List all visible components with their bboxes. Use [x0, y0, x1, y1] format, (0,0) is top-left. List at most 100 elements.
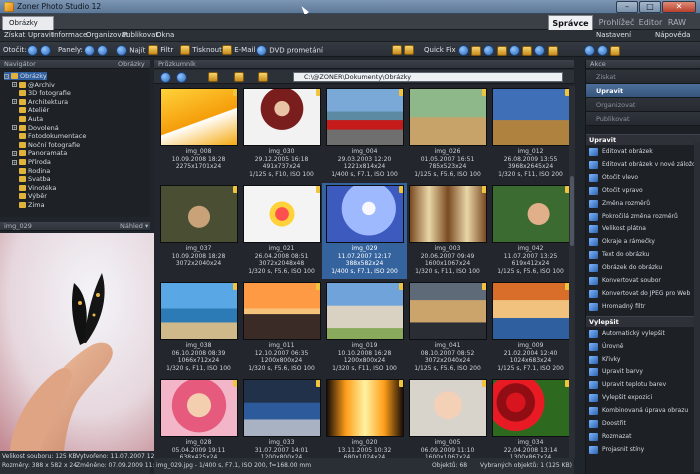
menu-publikovat[interactable]: Publikovat [122, 31, 158, 39]
camera-icon[interactable] [392, 45, 402, 55]
folder-rodina[interactable]: Rodina [4, 167, 50, 175]
folder-up-icon[interactable] [208, 72, 218, 82]
action-enhance_actions-5[interactable]: Vylepšit expozici [586, 392, 694, 404]
tool-5-icon[interactable] [508, 45, 520, 56]
panel-right-icon[interactable] [97, 45, 109, 56]
expand-icon[interactable]: + [12, 99, 17, 105]
folder-auta[interactable]: Auta [4, 115, 43, 123]
action-edit_actions-1[interactable]: Editovat obrázek v nové záložce [586, 159, 694, 171]
thumbnail-img_012[interactable]: img_012 26.08.2009 13:55 3968x2645x24 1/320… [488, 86, 573, 182]
explorer-scrollbar[interactable] [569, 86, 575, 458]
folder-obr-zky[interactable]: − Obrázky [4, 72, 47, 80]
expand-icon[interactable]: + [12, 82, 17, 88]
folder-v-b-r[interactable]: Výběr [4, 192, 47, 200]
help-link[interactable]: Nápověda [655, 31, 690, 39]
tool-7-icon[interactable] [534, 45, 546, 56]
action-edit_actions-8[interactable]: Text do obrázku [586, 249, 694, 261]
folder--archiv[interactable]: + @Archiv [4, 81, 55, 89]
print-button[interactable]: Tisknout [180, 45, 222, 55]
menu-informace[interactable]: Informace [52, 31, 87, 39]
find-button[interactable]: Najít [116, 45, 145, 56]
action-enhance_actions-1[interactable]: Úrovně [586, 341, 694, 353]
action-enhance_actions-7[interactable]: Doostřit [586, 418, 694, 430]
tool-6-icon[interactable] [522, 45, 533, 56]
folder-no-n-fotografie[interactable]: Noční fotografie [4, 141, 80, 149]
rotate-right-icon[interactable] [40, 45, 52, 56]
tool-1-icon[interactable] [458, 45, 469, 56]
tool-4-icon[interactable] [496, 45, 507, 56]
folder-3d-fotografie[interactable]: 3D fotografie [4, 89, 71, 97]
menu-ziskat[interactable]: Získat [4, 31, 25, 39]
action-enhance_actions-3[interactable]: Upravit barvy [586, 366, 694, 378]
tool-8-icon[interactable] [547, 45, 558, 56]
folder-p-roda[interactable]: + Příroda [4, 158, 51, 166]
action-edit_actions-7[interactable]: Okraje a rámečky [586, 236, 694, 248]
tab-upravit[interactable]: Upravit [586, 84, 700, 98]
action-enhance_actions-9[interactable]: Projasnit stíny [586, 444, 694, 456]
folder-panoramata[interactable]: + Panoramata [4, 149, 67, 157]
action-edit_actions-12[interactable]: Hromadný filtr [586, 301, 694, 313]
action-edit_actions-11[interactable]: Konvertovat do JPEG pro Web [586, 288, 694, 300]
thumbnail-img_021[interactable]: img_021 26.04.2008 08:51 3072x2048x48 1/320… [239, 183, 324, 279]
thumbnail-img_030[interactable]: img_030 29.12.2005 16:18 491x737x24 1/125 s… [239, 86, 324, 182]
scrollbar-thumb[interactable] [570, 176, 574, 246]
action-edit_actions-9[interactable]: Obrázek do obrázku [586, 262, 694, 274]
folder-fotodokumentace[interactable]: Fotodokumentace [4, 132, 86, 140]
folder-architektura[interactable]: + Architektura [4, 98, 68, 106]
tab-raw[interactable]: RAW [657, 15, 697, 30]
folder-ateli-r[interactable]: Ateliér [4, 106, 49, 114]
actions-scrollbar[interactable] [694, 142, 700, 472]
thumbnail-img_041[interactable]: img_041 08.10.2007 08:52 3072x2040x24 1/125… [405, 280, 490, 376]
action-enhance_actions-4[interactable]: Upravit teplotu barev [586, 379, 694, 391]
action-edit_actions-6[interactable]: Velikost plátna [586, 223, 694, 235]
thumbnail-img_029[interactable]: img_029 11.07.2007 12:17 388x582x24 1/400 s… [322, 183, 407, 279]
action-enhance_actions-0[interactable]: Automatický vylepšit [586, 328, 694, 340]
section-sec_enhance[interactable]: Vylepšit [586, 315, 700, 327]
quickfix-button[interactable]: Quick Fix [424, 45, 456, 55]
filter-button[interactable]: Filtr [148, 45, 173, 55]
thumbnail-img_011[interactable]: img_011 12.10.2007 06:35 1200x800x24 1/320 … [239, 280, 324, 376]
tab-z-skat[interactable]: Získat [586, 70, 700, 84]
expand-icon[interactable]: − [4, 73, 9, 79]
new-folder-icon[interactable] [234, 72, 244, 82]
view-icon[interactable] [610, 45, 621, 56]
dvd-button[interactable]: DVD prometání [256, 45, 323, 56]
folder-vinot-ka[interactable]: Vinotéka [4, 184, 56, 192]
thumbnail-img_004[interactable]: img_004 29.03.2003 12:20 1221x814x24 1/400 … [322, 86, 407, 182]
minimize-button[interactable]: – [616, 1, 638, 13]
action-edit_actions-10[interactable]: Konvertovat soubor [586, 275, 694, 287]
thumbnail-img_009[interactable]: img_009 21.02.2004 12:40 1024x683x24 1/125 … [488, 280, 573, 376]
action-edit_actions-3[interactable]: Otočit vpravo [586, 185, 694, 197]
tool-3-icon[interactable] [483, 45, 495, 56]
action-edit_actions-4[interactable]: Změna rozměrů [586, 198, 694, 210]
folder-dovolen-[interactable]: + Dovolená [4, 124, 59, 132]
thumbnail-view-icon[interactable] [258, 72, 268, 82]
action-enhance_actions-8[interactable]: Rozmazat [586, 431, 694, 443]
menu-upravit[interactable]: Upravit [28, 31, 54, 39]
menu-okna[interactable]: Okna [156, 31, 174, 39]
folder-svatba[interactable]: Svatba [4, 175, 51, 183]
thumbnail-img_038[interactable]: img_038 06.10.2008 08:39 1066x712x24 1/320 … [156, 280, 241, 376]
document-tab-obrazky[interactable]: Obrázky [2, 16, 54, 30]
thumbnail-img_003[interactable]: img_003 20.06.2007 09:49 1600x1067x24 1/320… [405, 183, 490, 279]
section-sec_edit[interactable]: Upravit [586, 134, 700, 145]
thumbnail-img_008[interactable]: img_008 10.09.2008 18:28 2275x1701x24 [156, 86, 241, 182]
action-edit_actions-2[interactable]: Otočit vlevo [586, 172, 694, 184]
back-icon[interactable] [160, 72, 171, 83]
settings-link[interactable]: Nastavení [596, 31, 631, 39]
zoom-out-icon[interactable] [597, 45, 609, 56]
thumbnail-img_026[interactable]: img_026 01.05.2007 16:51 785x523x24 1/125 s… [405, 86, 490, 182]
tab-publikovat[interactable]: Publikovat [586, 112, 700, 126]
tab-spravce[interactable]: Správce [548, 15, 593, 30]
email-button[interactable]: E-Mail [222, 45, 255, 55]
expand-icon[interactable]: + [12, 150, 17, 156]
tool-2-icon[interactable] [471, 45, 482, 56]
expand-icon[interactable]: + [12, 159, 17, 165]
thumbnail-img_037[interactable]: img_037 10.09.2008 18:28 3072x2040x24 [156, 183, 241, 279]
forward-icon[interactable] [176, 72, 187, 83]
panel-left-icon[interactable] [84, 45, 95, 56]
tab-organizovat[interactable]: Organizovat [586, 98, 700, 112]
close-button[interactable]: ✕ [662, 1, 696, 13]
action-edit_actions-0[interactable]: Editovat obrázek [586, 146, 694, 158]
rotate-left-icon[interactable] [27, 45, 38, 56]
